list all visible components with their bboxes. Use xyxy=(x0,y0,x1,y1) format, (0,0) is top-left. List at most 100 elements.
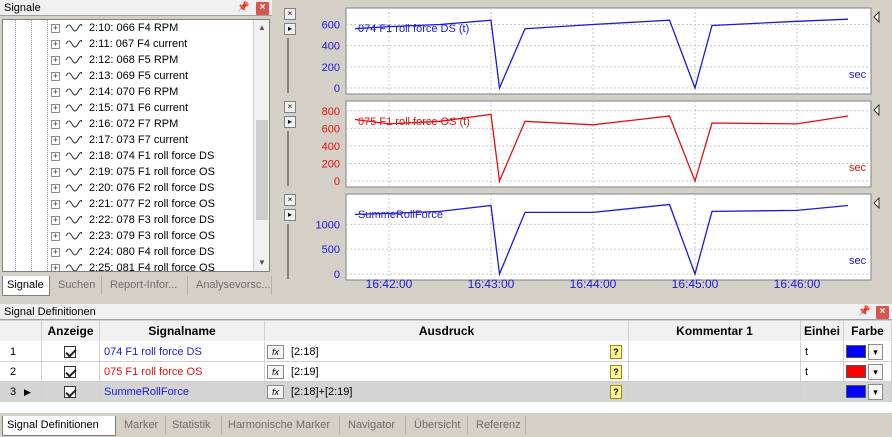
close-icon[interactable]: × xyxy=(876,306,889,319)
fx-icon[interactable]: fx xyxy=(267,385,284,399)
tree-item[interactable]: +2:23: 079 F3 roll force OS xyxy=(3,228,253,244)
chevron-down-icon[interactable]: ▾ xyxy=(868,364,883,380)
expand-icon[interactable]: + xyxy=(51,184,60,193)
tab-report-info[interactable]: Report-Infor... xyxy=(106,276,188,295)
tree-item[interactable]: +2:20: 076 F2 roll force DS xyxy=(3,180,253,196)
expand-icon[interactable]: + xyxy=(51,216,60,225)
expand-icon[interactable]: + xyxy=(51,168,60,177)
tree-item-label: 2:15: 071 F6 current xyxy=(89,102,189,114)
expand-icon[interactable]: + xyxy=(51,136,60,145)
tree-item[interactable]: +2:13: 069 F5 current xyxy=(3,68,253,84)
header-anzeige[interactable]: Anzeige xyxy=(42,321,100,341)
expand-icon[interactable]: + xyxy=(51,88,60,97)
y-tick-label: 1000 xyxy=(316,219,340,231)
anzeige-cell[interactable] xyxy=(42,362,100,382)
tree-item[interactable]: +2:10: 066 F4 RPM xyxy=(3,20,253,36)
color-swatch[interactable] xyxy=(846,345,866,358)
header-farbe[interactable]: Farbe xyxy=(844,321,892,341)
chevron-down-icon[interactable]: ▾ xyxy=(868,384,883,400)
tree-scrollbar[interactable]: ▲ ▼ xyxy=(253,20,269,271)
show-checkbox[interactable] xyxy=(64,346,76,358)
show-checkbox[interactable] xyxy=(64,386,76,398)
header-kommentar[interactable]: Kommentar 1 xyxy=(629,321,801,341)
ausdruck-cell[interactable]: fx [2:18]+[2:19]? xyxy=(265,382,629,402)
expand-icon[interactable]: + xyxy=(51,200,60,209)
expand-icon[interactable]: + xyxy=(51,56,60,65)
definition-row[interactable]: 3 ▶ SummeRollForce fx [2:18]+[2:19]? ▾ xyxy=(0,382,892,402)
expand-icon[interactable]: + xyxy=(51,72,60,81)
kommentar-cell[interactable] xyxy=(629,362,801,382)
tab-signal-definitionen[interactable]: Signal Definitionen xyxy=(2,416,116,436)
color-swatch[interactable] xyxy=(846,365,866,378)
tree-item[interactable]: +2:18: 074 F1 roll force DS xyxy=(3,148,253,164)
tab-uebersicht[interactable]: Übersicht xyxy=(410,416,468,435)
y-tick-label: 0 xyxy=(334,176,340,188)
signals-tabstrip: Signale Suchen Report-Infor... Analysevo… xyxy=(2,276,272,296)
farbe-cell[interactable]: ▾ xyxy=(844,382,892,402)
header-einheit[interactable]: Einhei xyxy=(801,321,844,341)
scroll-up-icon[interactable]: ▲ xyxy=(254,20,269,36)
ausdruck-cell[interactable]: fx [2:18]? xyxy=(265,342,629,362)
expand-icon[interactable]: + xyxy=(51,104,60,113)
signal-tree[interactable]: +2:10: 066 F4 RPM +2:11: 067 F4 current +2… xyxy=(2,19,270,272)
expand-icon[interactable]: + xyxy=(51,152,60,161)
signalname-cell[interactable]: SummeRollForce xyxy=(100,382,265,402)
einheit-cell[interactable] xyxy=(801,382,844,402)
help-icon[interactable]: ? xyxy=(610,385,622,399)
header-signalname[interactable]: Signalname xyxy=(100,321,265,341)
farbe-cell[interactable]: ▾ xyxy=(844,342,892,362)
tab-marker[interactable]: Marker xyxy=(120,416,166,435)
scroll-down-icon[interactable]: ▼ xyxy=(254,255,269,271)
definition-row[interactable]: 1 074 F1 roll force DS fx [2:18]? t ▾ xyxy=(0,342,892,362)
help-icon[interactable]: ? xyxy=(610,345,622,359)
expand-icon[interactable]: + xyxy=(51,24,60,33)
expand-icon[interactable]: + xyxy=(51,264,60,271)
show-checkbox[interactable] xyxy=(64,366,76,378)
tab-statistik[interactable]: Statistik xyxy=(168,416,222,435)
tree-item[interactable]: +2:24: 080 F4 roll force DS xyxy=(3,244,253,260)
color-swatch[interactable] xyxy=(846,385,866,398)
tab-suchen[interactable]: Suchen xyxy=(54,276,102,295)
kommentar-cell[interactable] xyxy=(629,342,801,362)
tree-item[interactable]: +2:17: 073 F7 current xyxy=(3,132,253,148)
pin-icon[interactable]: 📌 xyxy=(858,306,871,319)
tree-item[interactable]: +2:14: 070 F6 RPM xyxy=(3,84,253,100)
close-icon[interactable]: × xyxy=(256,2,269,15)
chevron-down-icon[interactable]: ▾ xyxy=(868,344,883,360)
tab-harmonische-marker[interactable]: Harmonische Marker xyxy=(224,416,340,435)
scroll-thumb[interactable] xyxy=(256,120,268,220)
signalname-cell[interactable]: 074 F1 roll force DS xyxy=(100,342,265,362)
charts-svg[interactable]: 600 400 200 0 074 F1 roll force DS (t) sec 800… xyxy=(278,2,892,298)
einheit-cell[interactable]: t xyxy=(801,342,844,362)
signalname-cell[interactable]: 075 F1 roll force OS xyxy=(100,362,265,382)
farbe-cell[interactable]: ▾ xyxy=(844,362,892,382)
tree-item[interactable]: +2:16: 072 F7 RPM xyxy=(3,116,253,132)
fx-icon[interactable]: fx xyxy=(267,345,284,359)
defs-tabstrip: Signal Definitionen Marker Statistik Har… xyxy=(2,416,892,436)
help-icon[interactable]: ? xyxy=(610,365,622,379)
tree-item[interactable]: +2:21: 077 F2 roll force OS xyxy=(3,196,253,212)
tree-item[interactable]: +2:19: 075 F1 roll force OS xyxy=(3,164,253,180)
ausdruck-cell[interactable]: fx [2:19]? xyxy=(265,362,629,382)
definition-row[interactable]: 2 075 F1 roll force OS fx [2:19]? t ▾ xyxy=(0,362,892,382)
expand-icon[interactable]: + xyxy=(51,232,60,241)
anzeige-cell[interactable] xyxy=(42,342,100,362)
header-ausdruck[interactable]: Ausdruck xyxy=(265,321,629,341)
einheit-cell[interactable]: t xyxy=(801,362,844,382)
tree-item[interactable]: +2:12: 068 F5 RPM xyxy=(3,52,253,68)
tab-referenz[interactable]: Referenz xyxy=(472,416,526,435)
tree-item[interactable]: +2:15: 071 F6 current xyxy=(3,100,253,116)
expand-icon[interactable]: + xyxy=(51,120,60,129)
tree-item[interactable]: +2:22: 078 F3 roll force DS xyxy=(3,212,253,228)
expand-icon[interactable]: + xyxy=(51,40,60,49)
tree-item[interactable]: +2:25: 081 F4 roll force OS xyxy=(3,260,253,271)
pin-icon[interactable]: 📌 xyxy=(237,2,250,15)
expand-icon[interactable]: + xyxy=(51,248,60,257)
kommentar-cell[interactable] xyxy=(629,382,801,402)
tree-item[interactable]: +2:11: 067 F4 current xyxy=(3,36,253,52)
tab-analysevorschau[interactable]: Analysevorsc... xyxy=(192,276,272,295)
tab-signale[interactable]: Signale xyxy=(2,276,50,296)
tab-navigator[interactable]: Navigator xyxy=(344,416,406,435)
fx-icon[interactable]: fx xyxy=(267,365,284,379)
anzeige-cell[interactable] xyxy=(42,382,100,402)
